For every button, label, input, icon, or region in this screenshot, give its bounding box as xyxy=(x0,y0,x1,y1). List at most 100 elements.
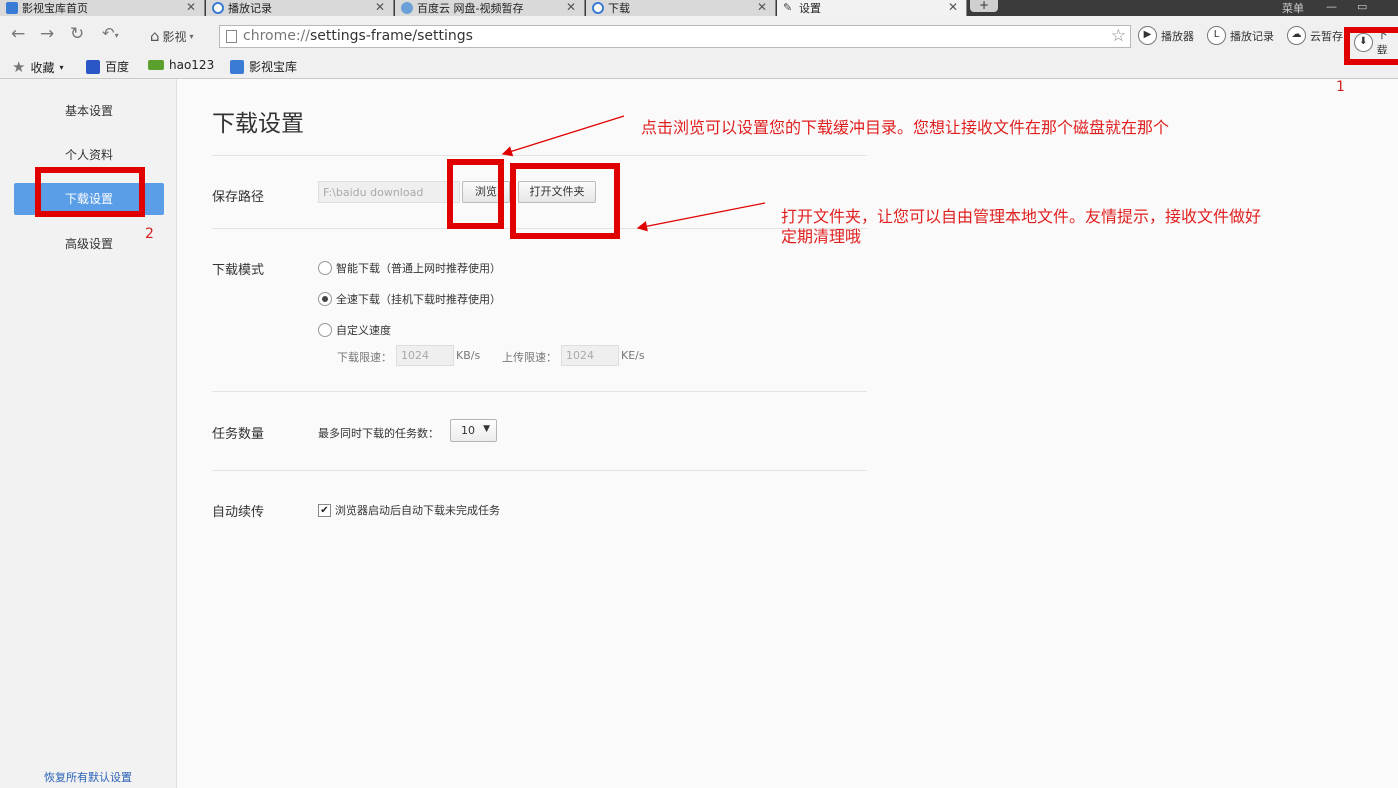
highlight-sidebar-download xyxy=(35,167,145,217)
radio-button[interactable] xyxy=(318,292,332,306)
chevron-down-icon: ▾ xyxy=(189,31,194,41)
clock-icon xyxy=(212,2,224,14)
tab-label: 设置 xyxy=(799,2,821,15)
annotation-line: 定期清理哦 xyxy=(781,227,862,246)
annotation-browse-note: 点击浏览可以设置您的下载缓冲目录。您想让接收文件在那个磁盘就在那个 xyxy=(641,118,1170,137)
history-label: 播放记录 xyxy=(1230,29,1274,43)
bookmark-label: 收藏 xyxy=(30,60,55,75)
mode-fullspeed-option[interactable]: 全速下载（挂机下载时推荐使用） xyxy=(318,291,501,307)
download-unit: KB/s xyxy=(456,349,481,362)
upload-limit-label: 上传限速： xyxy=(502,351,557,364)
checkbox[interactable]: ✔ xyxy=(318,503,331,517)
film-icon xyxy=(6,2,18,14)
upload-unit: KE/s xyxy=(621,349,645,362)
close-icon[interactable]: ✕ xyxy=(948,0,958,14)
checkbox-label: 浏览器启动后自动下载未完成任务 xyxy=(335,504,500,517)
task-count-select[interactable]: 10 ▼ xyxy=(450,419,497,442)
back-icon[interactable]: ← xyxy=(11,24,25,44)
page-title: 下载设置 xyxy=(212,111,304,137)
task-count-desc: 最多同时下载的任务数： xyxy=(318,427,439,440)
cloud-icon xyxy=(401,2,413,14)
forward-icon[interactable]: → xyxy=(40,24,54,44)
save-path-label: 保存路径 xyxy=(212,190,265,205)
tab-baidu-cloud[interactable]: 百度云 网盘-视频暂存 ✕ xyxy=(395,0,585,16)
bookmark-favorites[interactable]: ★ 收藏 ▾ xyxy=(12,58,63,76)
address-bar[interactable]: chrome://settings-frame/settings ☆ xyxy=(219,25,1131,48)
chevron-down-icon: ▼ xyxy=(483,424,490,434)
divider xyxy=(212,155,867,156)
option-label: 智能下载（普通上网时推荐使用） xyxy=(336,262,501,275)
divider xyxy=(212,470,867,471)
download-limit-field[interactable]: 1024 xyxy=(396,345,454,366)
upload-limit-field[interactable]: 1024 xyxy=(561,345,619,366)
minimize-button[interactable]: — xyxy=(1326,0,1337,13)
bookmark-baidu[interactable]: 百度 xyxy=(86,58,129,75)
chevron-down-icon: ▾ xyxy=(59,62,64,72)
highlight-open-folder-button xyxy=(510,163,620,239)
download-limit-label: 下载限速： xyxy=(337,351,392,364)
highlight-browse-button xyxy=(447,159,504,229)
download-mode-label: 下载模式 xyxy=(212,263,265,278)
tab-label: 下载 xyxy=(608,2,630,15)
tab-settings[interactable]: ✎ 设置 ✕ xyxy=(777,0,967,16)
bookmarks-bar: ★ 收藏 ▾ 百度 hao123 影视宝库 xyxy=(0,54,1398,79)
play-icon: ▶ xyxy=(1138,26,1157,45)
home-button[interactable]: ⌂ 影视 ▾ xyxy=(150,27,194,45)
reload-icon[interactable]: ↻ xyxy=(70,24,84,44)
restore-defaults-link[interactable]: 恢复所有默认设置 xyxy=(44,769,132,785)
divider xyxy=(212,391,867,392)
tab-label: 影视宝库首页 xyxy=(22,2,88,15)
hao123-icon xyxy=(148,60,164,70)
option-label: 全速下载（挂机下载时推荐使用） xyxy=(336,293,501,306)
bookmark-hao123[interactable]: hao123 xyxy=(148,58,214,72)
close-icon[interactable]: ✕ xyxy=(757,0,767,14)
tab-yingshi-home[interactable]: 影视宝库首页 ✕ xyxy=(0,0,205,16)
settings-content: 下载设置 保存路径 F:\baidu download 浏览 打开文件夹 下载模… xyxy=(177,79,1398,788)
film-icon xyxy=(230,59,244,74)
player-button[interactable]: ▶ 播放器 xyxy=(1138,26,1194,45)
task-count-label: 任务数量 xyxy=(212,427,265,442)
star-icon: ★ xyxy=(12,58,26,76)
annotation-number-1: 1 xyxy=(1336,79,1345,95)
star-icon[interactable]: ☆ xyxy=(1111,26,1126,46)
save-path-field[interactable]: F:\baidu download xyxy=(318,181,460,203)
tab-history[interactable]: 播放记录 ✕ xyxy=(206,0,394,16)
close-icon[interactable]: ✕ xyxy=(375,0,385,14)
highlight-download-button xyxy=(1344,27,1398,65)
new-tab-button[interactable]: + xyxy=(970,0,998,12)
wrench-icon: ✎ xyxy=(783,1,793,14)
radio-button[interactable] xyxy=(318,323,332,337)
annotation-number-2: 2 xyxy=(145,226,154,242)
close-icon[interactable]: ✕ xyxy=(566,0,576,14)
tab-download[interactable]: 下载 ✕ xyxy=(586,0,776,16)
radio-button[interactable] xyxy=(318,261,332,275)
cloud-save-icon: ☁ xyxy=(1287,26,1306,45)
home-icon: ⌂ xyxy=(150,27,160,45)
tab-strip: 影视宝库首页 ✕ 播放记录 ✕ 百度云 网盘-视频暂存 ✕ 下载 ✕ ✎ 设置 … xyxy=(0,0,1398,16)
annotation-open-folder-note: 打开文件夹，让您可以自由管理本地文件。友情提示，接收文件做好 定期清理哦 xyxy=(781,207,1261,247)
cloud-save-label: 云暂存 xyxy=(1310,29,1343,43)
sidebar-item-advanced[interactable]: 高级设置 xyxy=(14,228,164,260)
mode-smart-option[interactable]: 智能下载（普通上网时推荐使用） xyxy=(318,260,501,276)
maximize-button[interactable]: ▭ xyxy=(1357,0,1367,13)
bookmark-label: 百度 xyxy=(105,60,130,74)
home-label: 影视 xyxy=(162,29,187,44)
mode-custom-option[interactable]: 自定义速度 xyxy=(318,322,391,338)
baidu-paw-icon xyxy=(86,59,100,74)
bookmark-label: hao123 xyxy=(169,58,215,72)
sidebar-item-basic[interactable]: 基本设置 xyxy=(14,95,164,127)
toolbar: ← → ↻ ↶▾ ⌂ 影视 ▾ chrome://settings-frame/… xyxy=(0,16,1398,57)
annotation-line: 打开文件夹，让您可以自由管理本地文件。友情提示，接收文件做好 xyxy=(781,207,1262,226)
history-button[interactable]: L 播放记录 xyxy=(1207,26,1274,45)
close-icon[interactable]: ✕ xyxy=(186,0,196,14)
menu-button[interactable]: 菜单 xyxy=(1282,0,1304,16)
bookmark-yingshi[interactable]: 影视宝库 xyxy=(230,58,297,75)
option-label: 自定义速度 xyxy=(336,324,391,337)
page-icon xyxy=(226,30,237,43)
auto-resume-label: 自动续传 xyxy=(212,505,265,520)
url-text: chrome://settings-frame/settings xyxy=(243,28,473,44)
tab-label: 播放记录 xyxy=(228,2,272,15)
auto-resume-option[interactable]: ✔ 浏览器启动后自动下载未完成任务 xyxy=(318,502,500,518)
cloud-save-button[interactable]: ☁ 云暂存 xyxy=(1287,26,1343,45)
undo-icon[interactable]: ↶▾ xyxy=(102,24,119,42)
